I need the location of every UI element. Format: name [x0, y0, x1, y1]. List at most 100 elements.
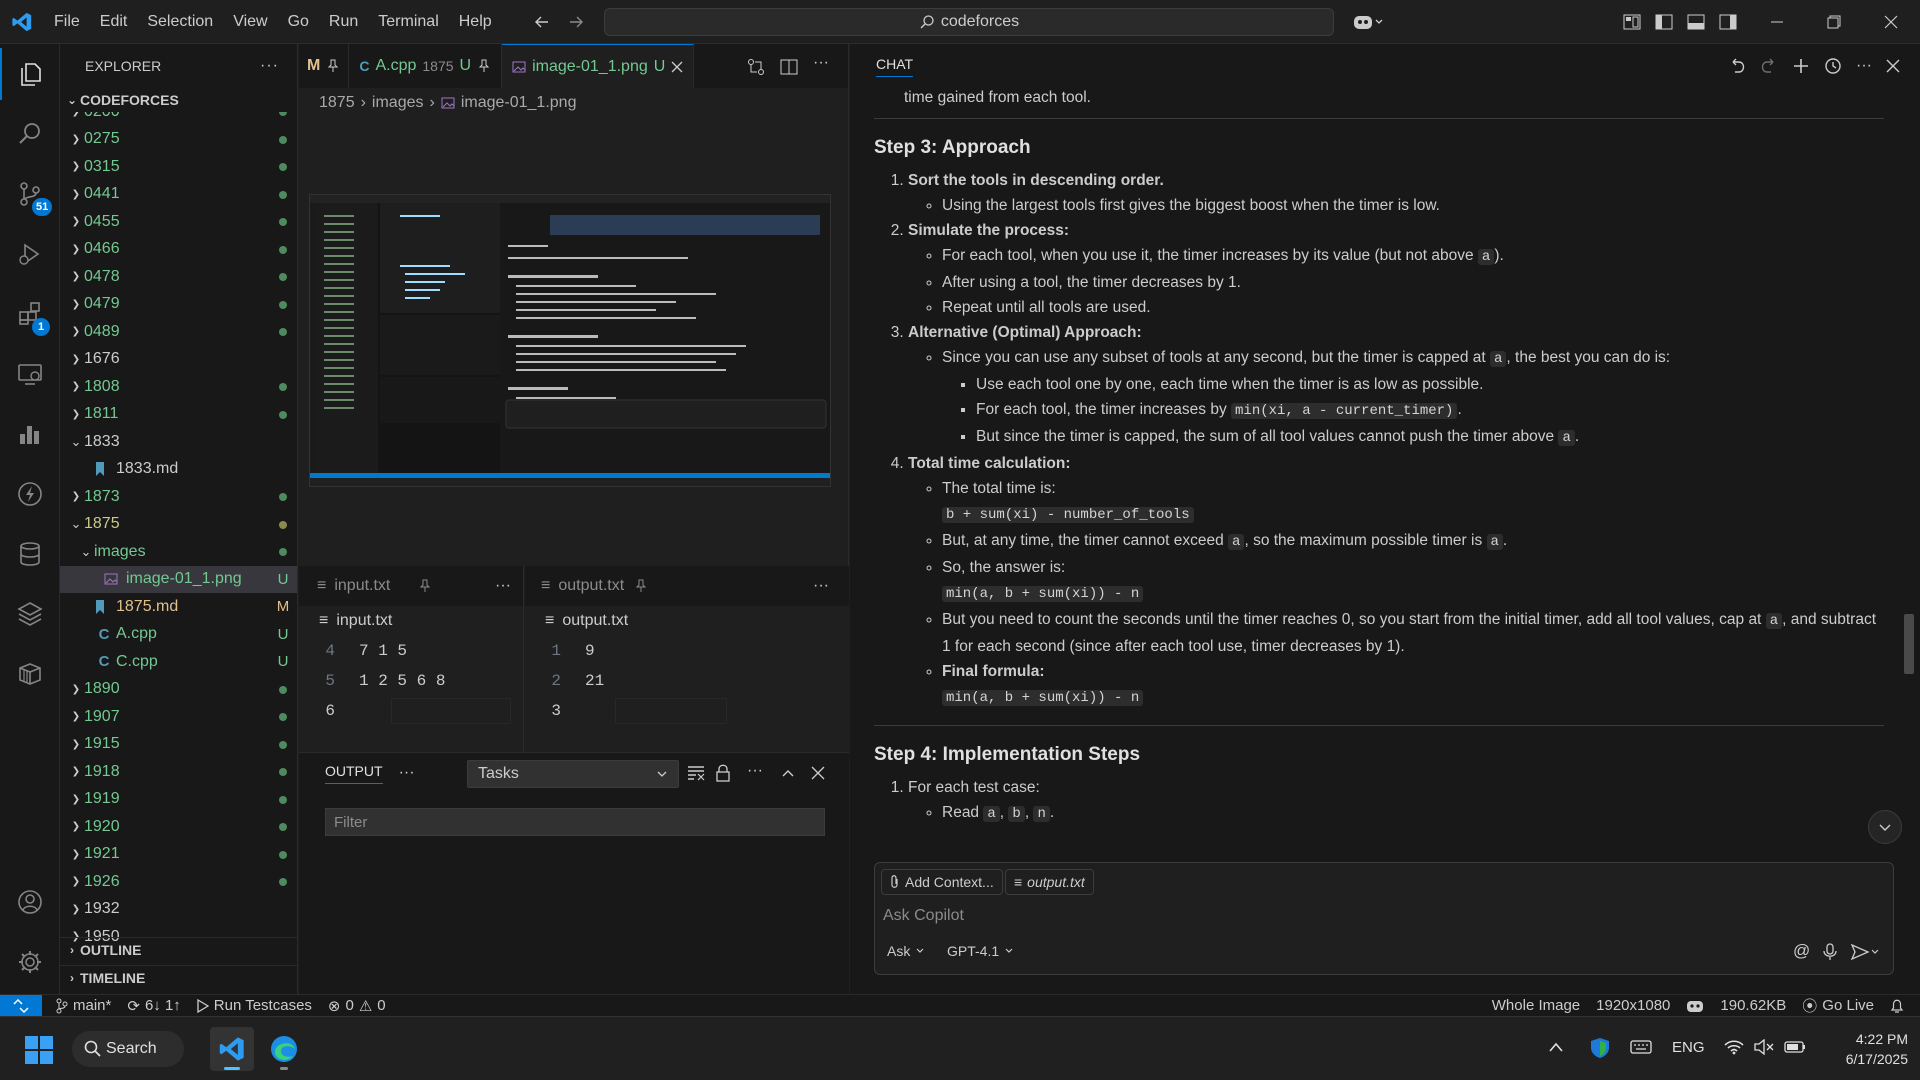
more-actions-icon[interactable]: ···	[813, 577, 829, 595]
folder-item[interactable]: ❯ 0489	[60, 318, 297, 346]
folder-item[interactable]: ❯0200	[60, 112, 297, 126]
breadcrumb-item[interactable]: image-01_1.png	[461, 94, 577, 112]
output-crumb-label[interactable]: output.txt	[562, 612, 628, 630]
more-actions-icon[interactable]: ···	[813, 54, 829, 72]
layers-icon[interactable]	[0, 588, 60, 640]
folder-item[interactable]: ❯ 1907	[60, 703, 297, 731]
folder-item[interactable]: ❯ 1920	[60, 813, 297, 841]
toggle-panel-icon[interactable]	[1684, 10, 1708, 34]
explorer-icon[interactable]	[0, 48, 60, 100]
extensions-icon[interactable]: 1	[0, 288, 60, 340]
database-icon[interactable]	[0, 528, 60, 580]
code-line[interactable]: 2 21	[525, 666, 849, 696]
explorer-more-icon[interactable]: ···	[260, 57, 279, 75]
minimize-icon[interactable]	[1765, 10, 1789, 34]
menu-file[interactable]: File	[44, 0, 90, 44]
more-actions-icon[interactable]: ···	[495, 577, 511, 595]
model-picker[interactable]: GPT-4.1	[947, 943, 1014, 959]
more-actions-icon[interactable]: ···	[747, 762, 763, 780]
outline-section-header[interactable]: › OUTLINE	[60, 937, 297, 961]
menu-help[interactable]: Help	[449, 0, 502, 44]
lightning-icon[interactable]	[0, 468, 60, 520]
speaker-muted-icon[interactable]	[1754, 1039, 1774, 1055]
output-channel-select[interactable]: Tasks	[467, 760, 679, 788]
remote-indicator[interactable]	[0, 994, 42, 1017]
scroll-down-button[interactable]	[1868, 810, 1902, 844]
start-button[interactable]	[24, 1035, 54, 1065]
menu-selection[interactable]: Selection	[137, 0, 223, 44]
chart-icon[interactable]	[0, 408, 60, 460]
back-arrow-icon[interactable]	[530, 10, 554, 34]
forward-arrow-icon[interactable]	[564, 10, 588, 34]
menu-run[interactable]: Run	[319, 0, 368, 44]
file-item[interactable]: C C.cpp U	[60, 648, 297, 676]
code-line-current[interactable]: 3	[525, 696, 849, 726]
output-tab-label[interactable]: output.txt	[558, 577, 624, 595]
microphone-icon[interactable]	[1823, 943, 1837, 961]
folder-item[interactable]: ❯ 1890	[60, 676, 297, 704]
folder-item[interactable]: ❯ 1926	[60, 868, 297, 896]
restore-icon[interactable]	[1822, 10, 1846, 34]
close-panel-icon[interactable]	[811, 766, 825, 780]
problems-indicator[interactable]: ⊗ 0 ⚠ 0	[320, 997, 394, 1015]
pin-icon[interactable]	[326, 59, 340, 73]
search-view-icon[interactable]	[0, 108, 60, 160]
timeline-section-header[interactable]: › TIMELINE	[60, 965, 297, 989]
menu-view[interactable]: View	[223, 0, 277, 44]
file-item[interactable]: 1833.md	[60, 456, 297, 484]
history-icon[interactable]	[1824, 57, 1842, 75]
menu-go[interactable]: Go	[278, 0, 319, 44]
folder-item[interactable]: ❯ 1873	[60, 483, 297, 511]
maximize-panel-icon[interactable]	[781, 766, 795, 780]
code-line-current[interactable]: 6	[299, 696, 523, 726]
folder-item[interactable]: ❯ 1676	[60, 346, 297, 374]
run-debug-icon[interactable]	[0, 228, 60, 280]
workspace-section-header[interactable]: ⌄ CODEFORCES	[60, 88, 297, 112]
code-line[interactable]: 19	[525, 636, 849, 666]
panel-more-icon[interactable]: ···	[399, 764, 415, 782]
folder-item[interactable]: ⌄ 1833	[60, 428, 297, 456]
code-line[interactable]: 4 7 1 5	[299, 636, 523, 666]
branch-indicator[interactable]: main*	[48, 997, 119, 1014]
run-testcases-button[interactable]: Run Testcases	[189, 997, 320, 1014]
customize-layout-icon[interactable]	[1620, 10, 1644, 34]
menu-edit[interactable]: Edit	[90, 0, 138, 44]
redo-icon[interactable]	[1760, 57, 1778, 75]
toggle-primary-sidebar-icon[interactable]	[1652, 10, 1676, 34]
folder-item[interactable]: ❯ 1918	[60, 758, 297, 786]
clear-output-icon[interactable]	[687, 765, 705, 781]
copilot-status[interactable]	[1678, 999, 1712, 1013]
containers-icon[interactable]	[0, 648, 60, 700]
keyboard-icon[interactable]	[1630, 1039, 1652, 1055]
breadcrumb-item[interactable]: 1875	[319, 94, 355, 112]
tab-1875-md[interactable]: M	[299, 44, 350, 88]
menu-terminal[interactable]: Terminal	[368, 0, 448, 44]
mention-icon[interactable]: @	[1793, 941, 1810, 961]
mode-picker[interactable]: Ask	[887, 943, 925, 959]
output-filter-input[interactable]: Filter	[325, 808, 825, 836]
folder-item[interactable]: ❯ 0275	[60, 126, 297, 154]
input-crumb-label[interactable]: input.txt	[336, 612, 392, 630]
input-tab-label[interactable]: input.txt	[334, 577, 390, 595]
folder-item[interactable]: ❯ 0315	[60, 153, 297, 181]
sync-indicator[interactable]: ⟳ 6↓ 1↑	[119, 997, 188, 1015]
folder-item[interactable]: ❯ 0479	[60, 291, 297, 319]
folder-item[interactable]: ❯ 1932	[60, 896, 297, 924]
image-zoom-mode[interactable]: Whole Image	[1484, 997, 1588, 1014]
manage-gear-icon[interactable]	[0, 936, 60, 988]
folder-item[interactable]: ❯ 0455	[60, 208, 297, 236]
remote-explorer-icon[interactable]	[0, 348, 60, 400]
chat-scrollbar[interactable]	[1904, 614, 1914, 674]
undo-icon[interactable]	[1728, 57, 1746, 75]
pin-icon[interactable]	[477, 59, 491, 73]
split-editor-icon[interactable]	[780, 58, 798, 76]
more-actions-icon[interactable]: ···	[1856, 57, 1872, 75]
chat-title[interactable]: CHAT	[876, 56, 914, 77]
code-line[interactable]: 5 1 2 5 6 8	[299, 666, 523, 696]
file-item[interactable]: image-01_1.png U	[60, 565, 297, 593]
folder-item[interactable]: ❯ 0478	[60, 263, 297, 291]
copilot-icon[interactable]	[1348, 10, 1388, 34]
taskbar-search[interactable]: Search	[72, 1031, 184, 1067]
pin-icon[interactable]	[634, 579, 648, 593]
go-live-button[interactable]: ⦿ Go Live	[1794, 995, 1882, 1016]
